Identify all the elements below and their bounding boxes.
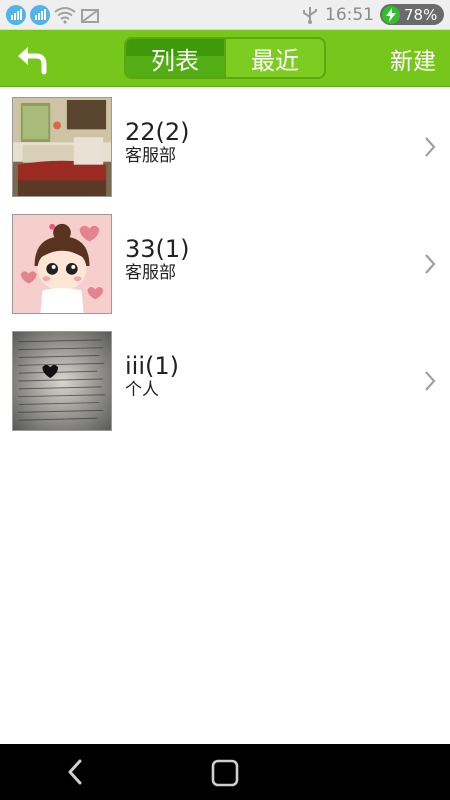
system-nav-bar	[0, 744, 450, 800]
room-photo-avatar	[12, 97, 112, 197]
item-title: 22(2)	[125, 118, 190, 146]
signal-off-icon	[80, 6, 100, 24]
nav-home-icon[interactable]	[210, 758, 240, 788]
sim1-icon	[6, 4, 26, 25]
tab-list[interactable]: 列表	[126, 39, 226, 77]
item-title: iii(1)	[125, 352, 179, 380]
usb-icon	[301, 5, 319, 25]
status-bar: 16:51 78%	[0, 0, 450, 30]
chevron-right-icon	[425, 254, 436, 274]
list-item[interactable]: iii(1) 个人	[0, 322, 450, 439]
item-subtitle: 客服部	[125, 263, 176, 283]
handwriting-avatar	[12, 331, 112, 431]
list-item[interactable]: 33(1) 客服部	[0, 205, 450, 322]
charging-icon	[382, 5, 400, 24]
item-subtitle: 客服部	[125, 146, 176, 166]
sim2-icon	[30, 4, 50, 25]
tab-switcher: 列表 最近	[124, 37, 326, 79]
contact-list: 22(2) 客服部 33(1) 客服部 iii(1) 个人	[0, 88, 450, 439]
app-header: 列表 最近 新建	[0, 30, 450, 87]
list-item[interactable]: 22(2) 客服部	[0, 88, 450, 205]
battery-indicator: 78%	[380, 4, 444, 25]
chevron-right-icon	[425, 371, 436, 391]
tab-recent[interactable]: 最近	[226, 39, 324, 77]
battery-percent: 78%	[404, 5, 438, 24]
wifi-icon	[54, 6, 76, 24]
item-subtitle: 个人	[125, 380, 159, 400]
chevron-right-icon	[425, 137, 436, 157]
nav-back-icon[interactable]	[62, 758, 88, 786]
item-title: 33(1)	[125, 235, 190, 263]
back-arrow-icon	[18, 47, 47, 75]
new-button[interactable]: 新建	[390, 42, 436, 75]
status-time: 16:51	[325, 4, 374, 25]
back-button[interactable]	[10, 40, 54, 80]
cartoon-girl-avatar	[12, 214, 112, 314]
